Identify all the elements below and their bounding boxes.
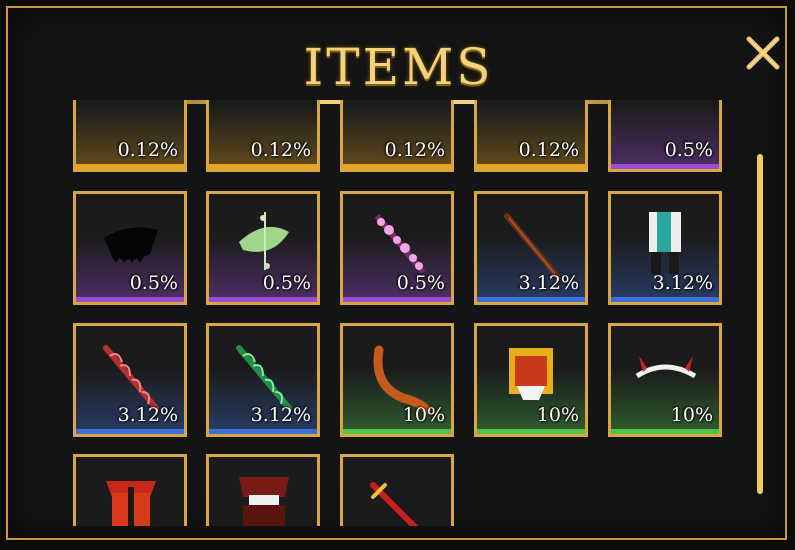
- rarity-bar: [76, 164, 184, 169]
- red-vest-icon: [106, 481, 156, 526]
- drop-chance-label: 3.12%: [117, 404, 178, 426]
- item-slot[interactable]: 0.5%: [340, 191, 454, 305]
- drop-chance-label: 0.5%: [129, 272, 178, 294]
- item-slot[interactable]: 3.12%: [73, 323, 187, 437]
- item-slot[interactable]: [340, 454, 454, 526]
- rarity-bar: [343, 429, 451, 434]
- rarity-bar: [611, 297, 719, 302]
- item-slot[interactable]: 10%: [474, 323, 588, 437]
- item-slot[interactable]: 10%: [608, 323, 722, 437]
- close-icon: [746, 36, 780, 70]
- drop-chance-label: 0.12%: [117, 139, 178, 161]
- item-slot[interactable]: 3.12%: [206, 323, 320, 437]
- red-kimono-icon: [239, 477, 289, 526]
- drop-chance-label: 10%: [670, 404, 713, 426]
- item-slot[interactable]: [206, 454, 320, 526]
- item-slot[interactable]: 0.5%: [73, 191, 187, 305]
- drop-chance-label: 0.5%: [396, 272, 445, 294]
- item-slot[interactable]: 0.5%: [206, 191, 320, 305]
- scrollbar[interactable]: [757, 154, 763, 494]
- rarity-bar: [209, 297, 317, 302]
- drop-chance-label: 3.12%: [652, 272, 713, 294]
- items-grid: 0.12% 0.12% 0.12% 0.12% 0.5% 0.5% 0.5% 0.5% 3.12…: [60, 100, 740, 526]
- drop-chance-label: 10%: [536, 404, 579, 426]
- item-slot[interactable]: [73, 454, 187, 526]
- drop-chance-label: 0.12%: [250, 139, 311, 161]
- drop-chance-label: 0.5%: [262, 272, 311, 294]
- item-slot[interactable]: 3.12%: [474, 191, 588, 305]
- drop-chance-label: 3.12%: [518, 272, 579, 294]
- rarity-bar: [343, 164, 451, 169]
- item-slot[interactable]: 0.12%: [206, 100, 320, 172]
- red-sword-icon: [370, 482, 419, 526]
- rarity-bar: [209, 164, 317, 169]
- item-slot[interactable]: 0.12%: [340, 100, 454, 172]
- rarity-bar: [76, 297, 184, 302]
- item-slot[interactable]: 3.12%: [608, 191, 722, 305]
- window-title: ITEMS: [303, 38, 494, 96]
- rarity-bar: [343, 297, 451, 302]
- drop-chance-label: 0.5%: [664, 139, 713, 161]
- item-slot[interactable]: 0.5%: [608, 100, 722, 172]
- rarity-bar: [477, 297, 585, 302]
- drop-chance-label: 3.12%: [250, 404, 311, 426]
- rarity-bar: [477, 164, 585, 169]
- drop-chance-label: 10%: [402, 404, 445, 426]
- item-slot[interactable]: 0.12%: [474, 100, 588, 172]
- close-button[interactable]: [745, 35, 781, 71]
- rarity-bar: [611, 164, 719, 169]
- item-slot[interactable]: 0.12%: [73, 100, 187, 172]
- rarity-bar: [76, 429, 184, 434]
- rarity-bar: [477, 429, 585, 434]
- item-slot[interactable]: 10%: [340, 323, 454, 437]
- drop-chance-label: 0.12%: [384, 139, 445, 161]
- rarity-bar: [611, 429, 719, 434]
- drop-chance-label: 0.12%: [518, 139, 579, 161]
- rarity-bar: [209, 429, 317, 434]
